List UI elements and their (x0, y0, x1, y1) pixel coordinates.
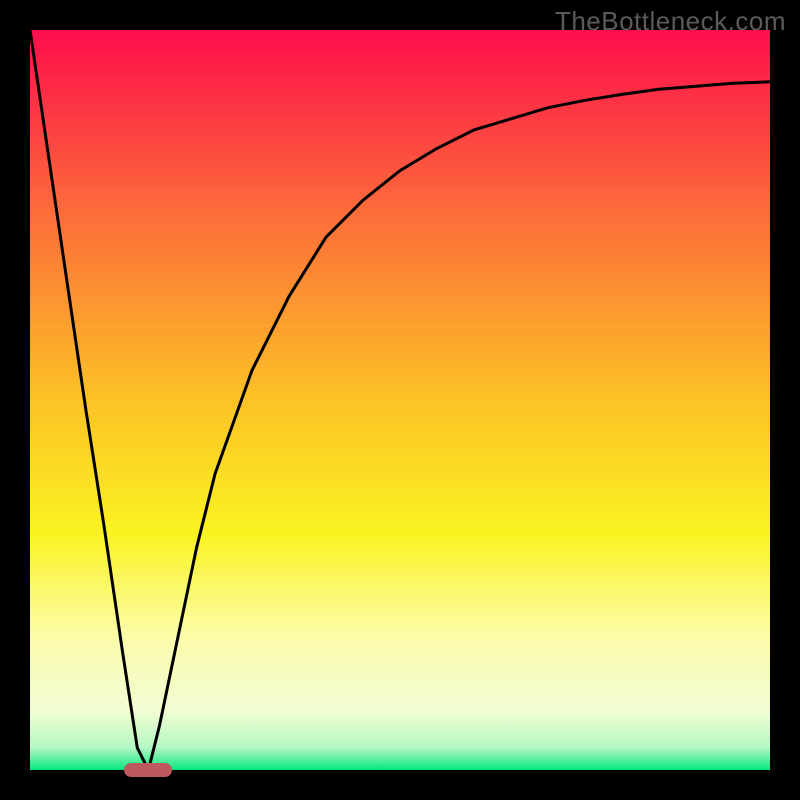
bottleneck-chart (30, 30, 770, 770)
minimum-marker (124, 763, 172, 777)
chart-frame: TheBottleneck.com (0, 0, 800, 800)
gradient-fill (30, 30, 770, 770)
watermark-text: TheBottleneck.com (555, 6, 786, 37)
